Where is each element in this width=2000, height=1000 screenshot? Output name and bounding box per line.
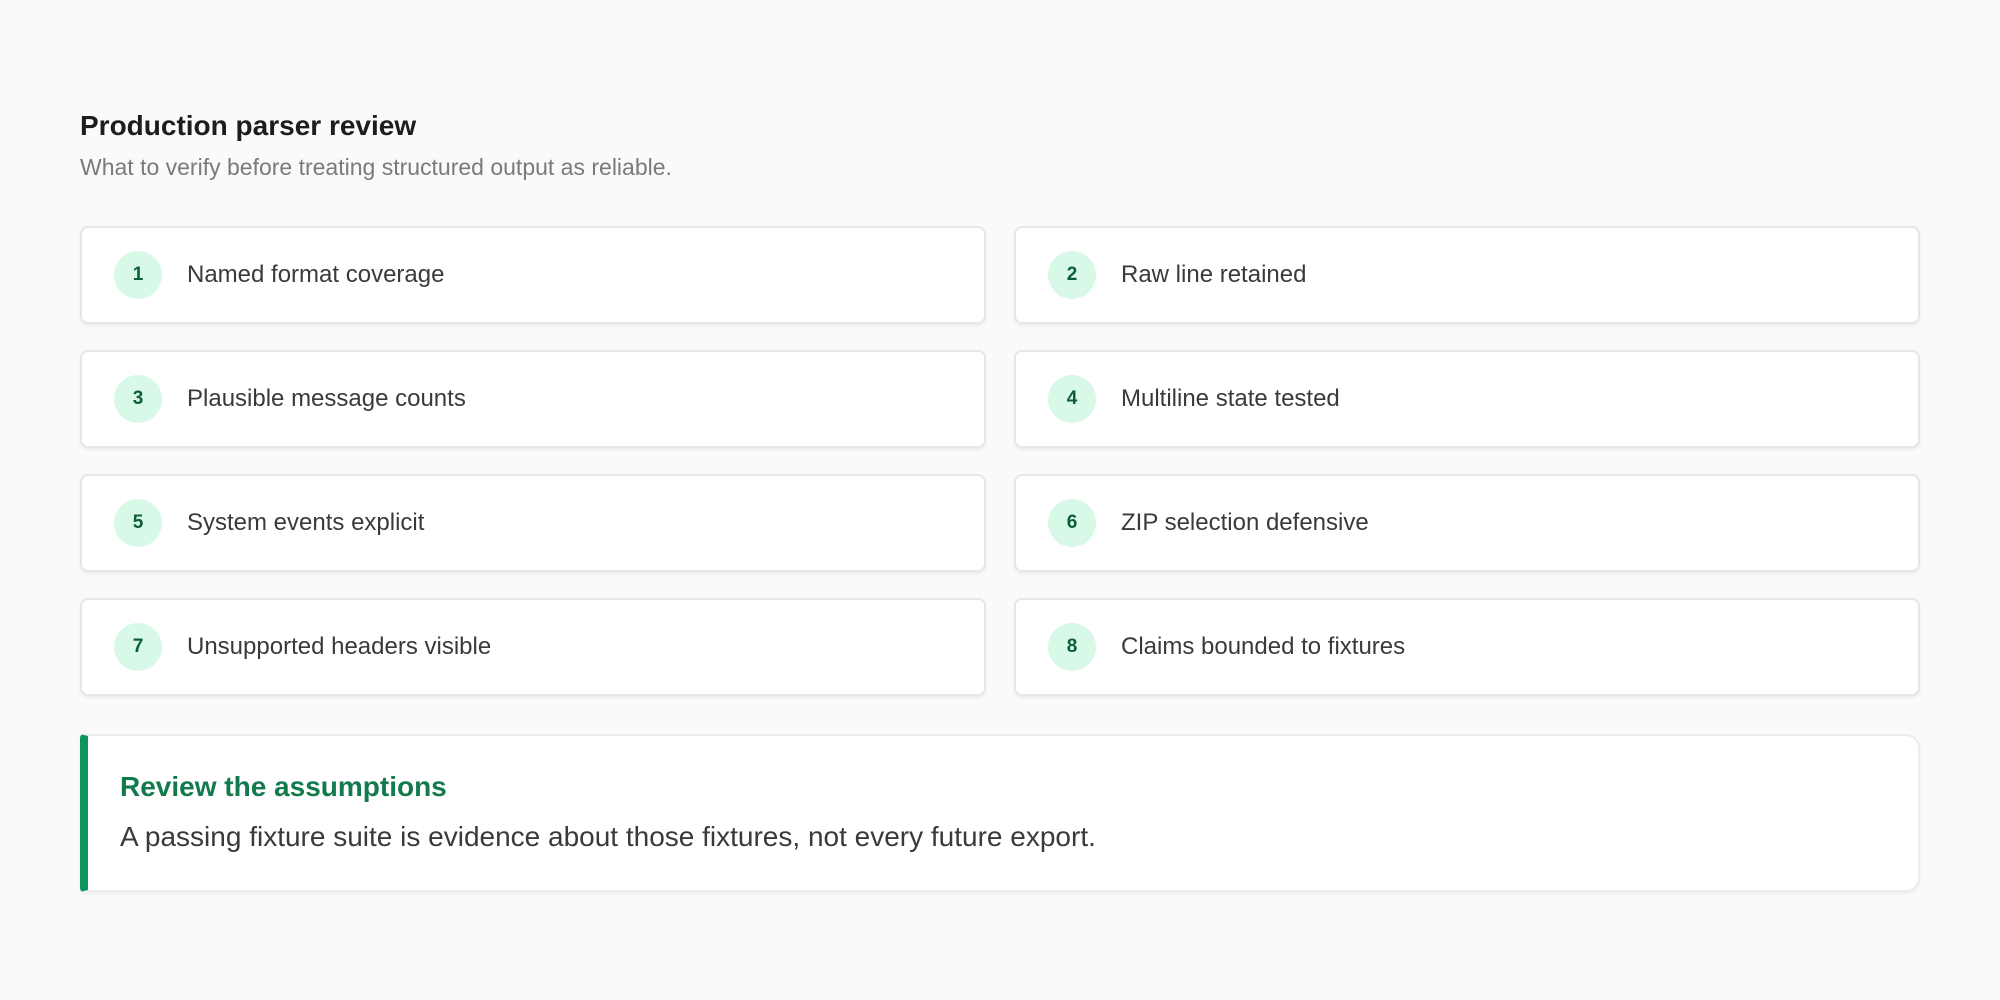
checklist-item-label: Claims bounded to fixtures [1121,633,1406,660]
checklist-item: 3 Plausible message counts [80,350,986,448]
checklist-item-label: Named format coverage [187,261,445,288]
step-number-badge: 3 [114,375,162,423]
checklist-item-label: Multiline state tested [1121,385,1340,412]
checklist-item: 5 System events explicit [80,474,986,572]
checklist-item-label: Raw line retained [1121,261,1307,288]
step-number-badge: 4 [1048,375,1096,423]
checklist-item: 7 Unsupported headers visible [80,598,986,696]
step-number-badge: 7 [114,623,162,671]
page-subtitle: What to verify before treating structure… [80,154,672,180]
callout-title: Review the assumptions [120,771,447,802]
checklist-item: 2 Raw line retained [1014,226,1920,324]
checklist-item: 1 Named format coverage [80,226,986,324]
assumptions-callout: Review the assumptions A passing fixture… [80,734,1920,892]
checklist-item: 4 Multiline state tested [1014,350,1920,448]
checklist-item-label: Unsupported headers visible [187,633,492,660]
step-number-badge: 5 [114,499,162,547]
step-number-badge: 6 [1048,499,1096,547]
step-number-badge: 1 [114,251,162,299]
step-number-badge: 2 [1048,251,1096,299]
checklist-item: 6 ZIP selection defensive [1014,474,1920,572]
checklist-grid: 1 Named format coverage 2 Raw line retai… [80,226,1920,696]
checklist-item-label: System events explicit [187,509,425,536]
checklist-item: 8 Claims bounded to fixtures [1014,598,1920,696]
checklist-item-label: Plausible message counts [187,385,466,412]
page-title: Production parser review [80,110,417,141]
callout-body: A passing fixture suite is evidence abou… [120,821,1096,852]
review-page: Production parser review What to verify … [80,108,1920,892]
step-number-badge: 8 [1048,623,1096,671]
checklist-item-label: ZIP selection defensive [1121,509,1369,536]
